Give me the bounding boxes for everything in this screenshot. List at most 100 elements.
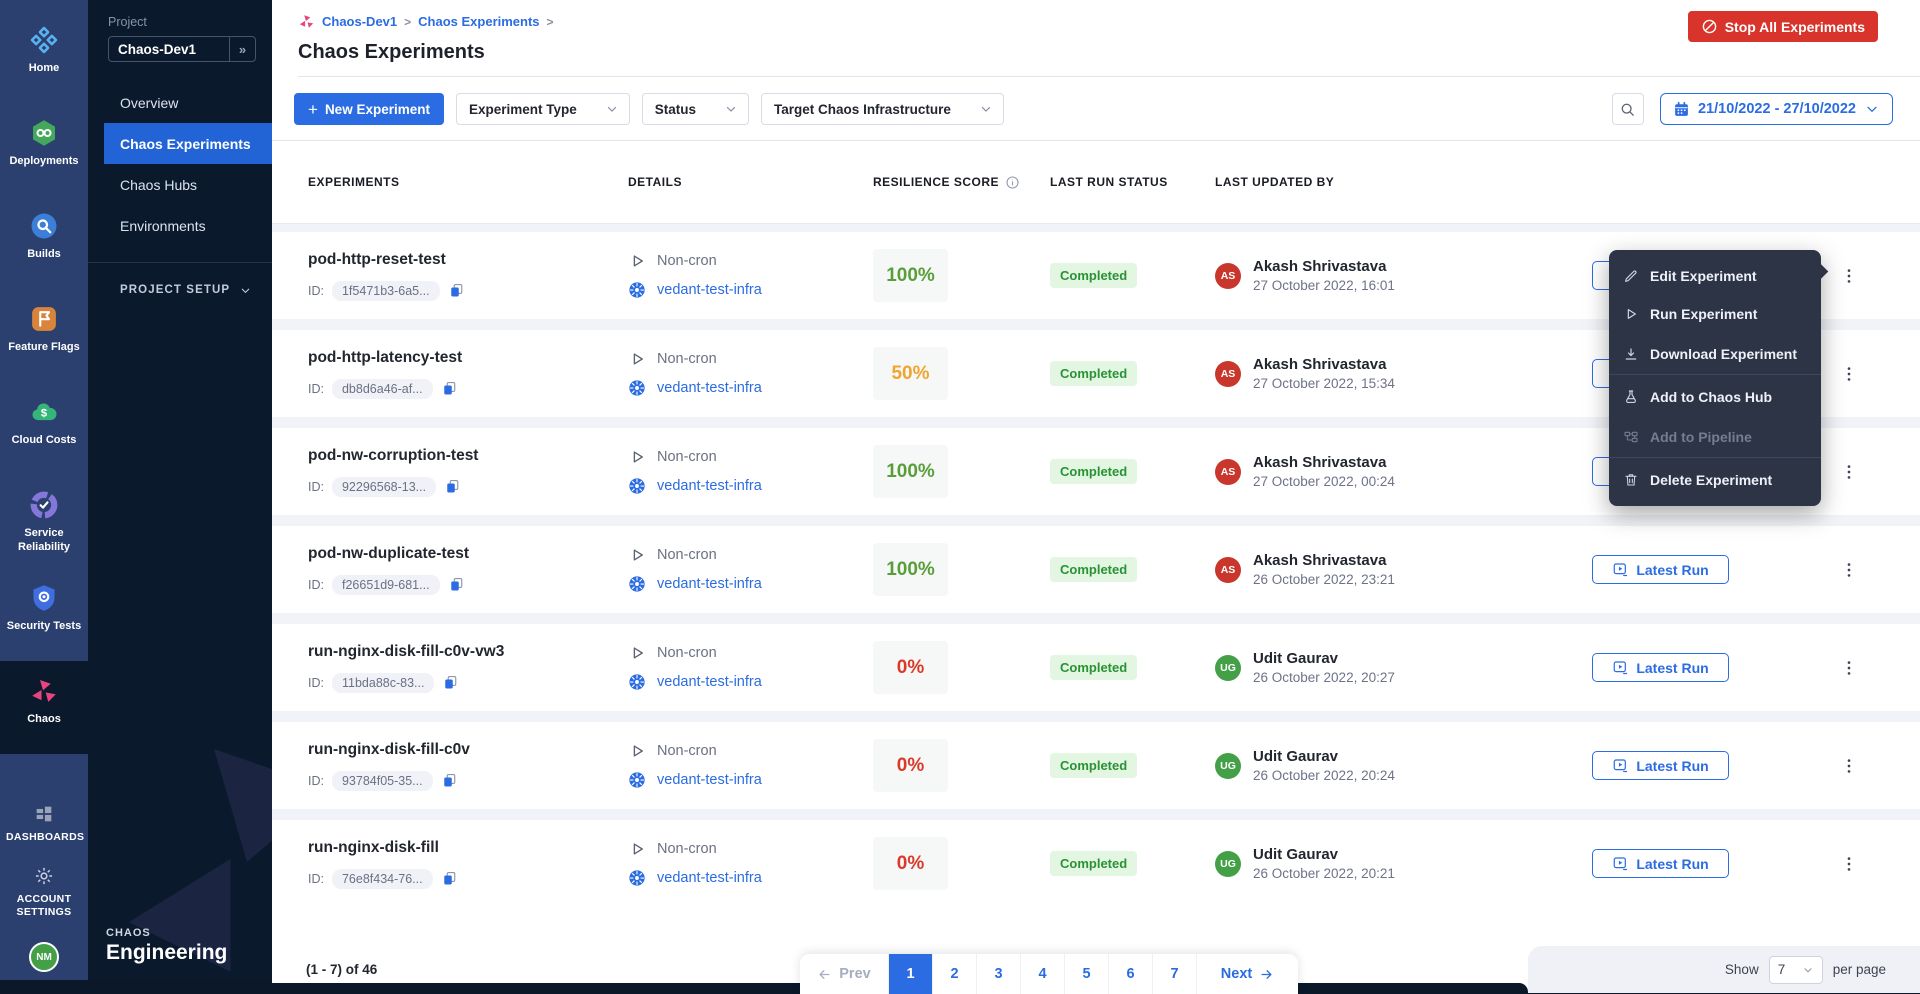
- infrastructure-link[interactable]: vedant-test-infra: [657, 870, 762, 886]
- experiment-name[interactable]: run-nginx-disk-fill: [308, 839, 628, 857]
- page-button[interactable]: 6: [1108, 954, 1152, 994]
- filter-dropdown[interactable]: Experiment Type: [456, 93, 630, 125]
- stop-all-experiments-button[interactable]: Stop All Experiments: [1688, 11, 1878, 42]
- copy-icon[interactable]: [441, 772, 458, 789]
- infrastructure-link[interactable]: vedant-test-infra: [657, 772, 762, 788]
- rail-item[interactable]: $ Cloud Costs: [0, 382, 88, 475]
- score-cell: 50%: [873, 347, 1050, 400]
- menu-item[interactable]: Edit Experiment: [1609, 257, 1821, 295]
- copy-icon[interactable]: [441, 380, 458, 397]
- experiment-cell: pod-nw-duplicate-test ID: f26651d9-681..…: [308, 545, 628, 595]
- user-name: Akash Shrivastava: [1253, 258, 1395, 275]
- filter-dropdown[interactable]: Target Chaos Infrastructure: [761, 93, 1004, 125]
- project-selector[interactable]: Chaos-Dev1 »: [108, 36, 256, 62]
- menu-item[interactable]: Delete Experiment: [1609, 461, 1821, 499]
- sidebar-nav-item[interactable]: Chaos Hubs: [88, 164, 272, 205]
- infrastructure-link[interactable]: vedant-test-infra: [657, 380, 762, 396]
- rail-item[interactable]: Security Tests: [0, 568, 88, 661]
- rail-item[interactable]: Chaos: [0, 661, 88, 754]
- sidebar-nav-item[interactable]: Environments: [88, 205, 272, 246]
- project-sidebar: Project Chaos-Dev1 » Overview Chaos Expe…: [88, 0, 272, 980]
- project-expand-icon[interactable]: »: [229, 37, 255, 61]
- home-icon: [29, 25, 59, 55]
- experiment-name[interactable]: pod-http-latency-test: [308, 349, 628, 367]
- infrastructure-link[interactable]: vedant-test-infra: [657, 282, 762, 298]
- rail-item[interactable]: Service Reliability: [0, 475, 88, 568]
- experiment-id-row: ID: 1f5471b3-6a5...: [308, 281, 628, 301]
- search-button[interactable]: [1612, 93, 1644, 125]
- row-menu-button[interactable]: [1836, 263, 1862, 289]
- copy-icon[interactable]: [448, 576, 465, 593]
- latest-run-button[interactable]: Latest Run: [1592, 555, 1729, 584]
- project-name: Chaos-Dev1: [109, 42, 229, 57]
- page-button[interactable]: 3: [976, 954, 1020, 994]
- copy-icon[interactable]: [441, 870, 458, 887]
- breadcrumb-project-link[interactable]: Chaos-Dev1: [322, 14, 397, 29]
- project-setup-toggle[interactable]: PROJECT SETUP: [88, 275, 272, 305]
- new-experiment-button[interactable]: + New Experiment: [294, 93, 444, 125]
- menu-item[interactable]: Add to Pipeline: [1609, 416, 1821, 458]
- experiment-name[interactable]: pod-http-reset-test: [308, 251, 628, 269]
- row-menu-button[interactable]: [1836, 655, 1862, 681]
- updated-timestamp: 27 October 2022, 00:24: [1253, 474, 1395, 489]
- infrastructure-link[interactable]: vedant-test-infra: [657, 478, 762, 494]
- user-name: Akash Shrivastava: [1253, 454, 1395, 471]
- table-row: run-nginx-disk-fill-c0v-vw3 ID: 11bda88c…: [272, 624, 1920, 711]
- menu-item[interactable]: Run Experiment: [1609, 295, 1821, 333]
- rail-item[interactable]: Feature Flags: [0, 289, 88, 382]
- menu-item[interactable]: Download Experiment: [1609, 333, 1821, 375]
- avatar: AS: [1215, 361, 1241, 387]
- rail-item[interactable]: Home: [0, 10, 88, 103]
- rail-item[interactable]: Builds: [0, 196, 88, 289]
- row-menu-button[interactable]: [1836, 459, 1862, 485]
- user-avatar[interactable]: NM: [29, 942, 59, 972]
- next-page-button[interactable]: Next: [1196, 954, 1298, 994]
- experiment-name[interactable]: pod-nw-corruption-test: [308, 447, 628, 465]
- experiment-cell: run-nginx-disk-fill-c0v-vw3 ID: 11bda88c…: [308, 643, 628, 693]
- menu-item[interactable]: Add to Chaos Hub: [1609, 378, 1821, 416]
- rail-item[interactable]: Deployments: [0, 103, 88, 196]
- gear-icon: [33, 865, 55, 887]
- header-divider: [298, 76, 1920, 77]
- latest-run-button[interactable]: Latest Run: [1592, 751, 1729, 780]
- latest-run-button[interactable]: Latest Run: [1592, 653, 1729, 682]
- infrastructure-link[interactable]: vedant-test-infra: [657, 674, 762, 690]
- filter-dropdown[interactable]: Status: [642, 93, 749, 125]
- sidebar-nav-item[interactable]: Overview: [88, 82, 272, 123]
- latest-run-button[interactable]: Latest Run: [1592, 849, 1729, 878]
- rail-bottom-item[interactable]: DASHBOARDS: [0, 791, 88, 853]
- experiment-cell: run-nginx-disk-fill-c0v ID: 93784f05-35.…: [308, 741, 628, 791]
- dashboards-icon: [33, 803, 55, 825]
- details-cell: Non-cron vedant-test-infra: [628, 546, 873, 593]
- info-icon[interactable]: [1005, 175, 1020, 190]
- flask-icon: [1623, 389, 1639, 405]
- page-button[interactable]: 4: [1020, 954, 1064, 994]
- app-root: Home Deployments Builds Feature Flags $ …: [0, 0, 1920, 980]
- page-button[interactable]: 1: [888, 954, 932, 994]
- prev-page-button[interactable]: Prev: [800, 954, 888, 994]
- row-menu-button[interactable]: [1836, 557, 1862, 583]
- pagination-bar: (1 - 7) of 46 Show 7 per page Prev 1: [272, 918, 1920, 993]
- rail-bottom-item[interactable]: ACCOUNT SETTINGS: [0, 853, 88, 928]
- row-menu-button[interactable]: [1836, 361, 1862, 387]
- copy-icon[interactable]: [442, 674, 459, 691]
- page-button[interactable]: 5: [1064, 954, 1108, 994]
- page-button[interactable]: 2: [932, 954, 976, 994]
- run-preview-icon: [1612, 561, 1629, 578]
- infrastructure-link[interactable]: vedant-test-infra: [657, 576, 762, 592]
- experiment-name[interactable]: run-nginx-disk-fill-c0v: [308, 741, 628, 759]
- page-size-select[interactable]: 7: [1769, 956, 1823, 984]
- copy-icon[interactable]: [448, 282, 465, 299]
- experiment-name[interactable]: pod-nw-duplicate-test: [308, 545, 628, 563]
- experiment-name[interactable]: run-nginx-disk-fill-c0v-vw3: [308, 643, 628, 661]
- chevron-down-icon: [239, 284, 252, 297]
- row-menu-button[interactable]: [1836, 851, 1862, 877]
- breadcrumb-experiments-link[interactable]: Chaos Experiments: [418, 14, 539, 29]
- row-menu-button[interactable]: [1836, 753, 1862, 779]
- details-cell: Non-cron vedant-test-infra: [628, 350, 873, 397]
- status-cell: Completed: [1050, 459, 1215, 484]
- copy-icon[interactable]: [444, 478, 461, 495]
- page-button[interactable]: 7: [1152, 954, 1196, 994]
- date-range-picker[interactable]: 21/10/2022 - 27/10/2022: [1660, 93, 1893, 125]
- sidebar-nav-item[interactable]: Chaos Experiments: [104, 123, 272, 164]
